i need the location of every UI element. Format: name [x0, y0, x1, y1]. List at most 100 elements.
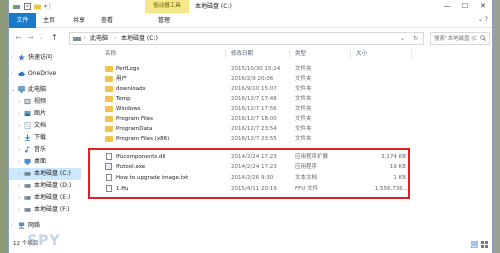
expand-chevron-icon[interactable]: ›: [18, 144, 20, 156]
back-button[interactable]: ←: [15, 33, 22, 42]
tab-file[interactable]: 文件: [9, 13, 36, 28]
documents-icon: [24, 122, 31, 129]
search-icon[interactable]: [480, 35, 486, 41]
column-header-date[interactable]: 修改日期: [231, 48, 253, 60]
nav-item-onedrive[interactable]: › OneDrive: [9, 68, 81, 80]
nav-item-local-disk-c[interactable]: › 本地磁盘 (C:): [9, 168, 81, 180]
tab-share[interactable]: 共享: [70, 13, 88, 28]
column-header-size[interactable]: 大小: [356, 48, 367, 60]
file-type: 文件夹: [295, 106, 312, 112]
close-button[interactable]: ✕: [474, 0, 492, 13]
exe-file-icon: [105, 163, 112, 170]
table-row[interactable]: ProgramData 2016/12/7 23:54 文件夹: [89, 124, 419, 134]
drive-icon: [24, 172, 31, 176]
properties-icon[interactable]: [24, 3, 31, 10]
expand-chevron-icon[interactable]: ›: [18, 204, 20, 216]
ribbon-tabs: 文件 主页 共享 查看 管理 ⌄ ?: [9, 13, 492, 28]
nav-item-this-pc[interactable]: ⌄ 此电脑: [9, 84, 81, 96]
tab-home[interactable]: 主页: [40, 13, 58, 28]
file-type: 文件夹: [295, 86, 312, 92]
expand-chevron-icon[interactable]: ›: [18, 132, 20, 144]
table-row[interactable]: Program Files (x86) 2016/12/7 23:55 文件夹: [89, 134, 419, 144]
tab-view[interactable]: 查看: [98, 13, 116, 28]
expand-chevron-icon[interactable]: ›: [18, 180, 20, 192]
file-date: 2014/2/26 9:30: [231, 175, 274, 181]
nav-item-music[interactable]: › 音乐: [9, 144, 81, 156]
up-button[interactable]: ↑: [51, 33, 58, 42]
nav-item-quick-access[interactable]: › 快速访问: [9, 52, 81, 64]
file-name: Temp: [116, 96, 131, 102]
table-row[interactable]: downloads 2016/9/10 15:07 文件夹: [89, 84, 419, 94]
search-input[interactable]: [431, 33, 477, 44]
nav-item-label: 音乐: [34, 146, 47, 153]
tab-manage[interactable]: 管理: [155, 13, 173, 28]
title-bar: ▾ | 驱动器工具 本地磁盘 (C:) — ☐ ✕: [9, 0, 492, 13]
file-date: 2015/10/30 15:24: [231, 66, 281, 72]
pictures-icon: [24, 110, 31, 117]
file-name: ffucomponents.dll: [116, 154, 166, 160]
expand-chevron-icon[interactable]: ›: [11, 220, 13, 232]
nav-item-pictures[interactable]: › 图片: [9, 108, 81, 120]
search-box[interactable]: [430, 32, 490, 45]
column-divider[interactable]: [411, 50, 412, 58]
expand-chevron-icon[interactable]: ›: [11, 52, 13, 64]
collapse-chevron-icon[interactable]: ⌄: [11, 84, 15, 96]
nav-item-network[interactable]: › 网络: [9, 220, 81, 232]
nav-item-label: 下载: [34, 134, 47, 141]
file-name: 用户: [116, 76, 128, 82]
desktop-icon: [24, 158, 31, 165]
table-row[interactable]: Windows 2016/12/7 17:56 文件夹: [89, 104, 419, 114]
details-view-icon[interactable]: [471, 241, 478, 248]
column-divider[interactable]: [289, 50, 290, 58]
address-bar[interactable]: › 此电脑 › 本地磁盘 (C:) ⌄ ↻: [69, 32, 424, 45]
expand-chevron-icon[interactable]: ›: [18, 192, 20, 204]
expand-chevron-icon[interactable]: ›: [18, 168, 20, 180]
nav-item-local-disk-e[interactable]: › 本地磁盘 (E:): [9, 192, 81, 204]
text-file-icon: [106, 174, 112, 181]
expand-chevron-icon[interactable]: ›: [18, 156, 20, 168]
expand-chevron-icon[interactable]: ›: [18, 108, 20, 120]
nav-item-documents[interactable]: › 文档: [9, 120, 81, 132]
folder-icon: [105, 116, 113, 122]
maximize-button[interactable]: ☐: [456, 0, 474, 13]
forward-button[interactable]: →: [27, 33, 34, 42]
drive-icon: [73, 37, 81, 41]
quick-access-toolbar-dropdown[interactable]: ▾ |: [44, 0, 51, 13]
file-name: PerfLogs: [116, 66, 140, 72]
file-size: 19 KB: [389, 164, 406, 170]
breadcrumb-this-pc[interactable]: 此电脑: [90, 33, 108, 44]
file-date: 2016/2/9 20:06: [231, 76, 274, 82]
table-row[interactable]: ffutool.exe 2014/2/24 17:23 应用程序 19 KB: [89, 162, 419, 172]
nav-item-downloads[interactable]: › 下载: [9, 132, 81, 144]
expand-chevron-icon[interactable]: ›: [11, 68, 13, 80]
nav-item-local-disk-d[interactable]: › 本地磁盘 (D:): [9, 180, 81, 192]
nav-item-local-disk-f[interactable]: › 本地磁盘 (F:): [9, 204, 81, 216]
table-row[interactable]: Program Files 2016/12/7 18:00 文件夹: [89, 114, 419, 124]
dll-file-icon: [106, 153, 112, 160]
drive-tools-context-tab[interactable]: 驱动器工具: [145, 0, 189, 13]
expand-chevron-icon[interactable]: ›: [18, 96, 20, 108]
minimize-button[interactable]: —: [438, 0, 456, 13]
nav-item-videos[interactable]: › 视频: [9, 96, 81, 108]
breadcrumb-local-disk-c[interactable]: 本地磁盘 (C:): [121, 33, 158, 44]
nav-item-desktop[interactable]: › 桌面: [9, 156, 81, 168]
nav-item-label: 本地磁盘 (D:): [34, 182, 72, 189]
column-header-name[interactable]: 名称: [105, 48, 116, 60]
column-divider[interactable]: [225, 50, 226, 58]
nav-item-label: 视频: [34, 98, 47, 105]
table-row[interactable]: Temp 2016/12/7 17:48 文件夹: [89, 94, 419, 104]
refresh-button[interactable]: ↻: [413, 33, 418, 44]
ribbon-expand-help[interactable]: ⌄ ?: [478, 16, 488, 23]
table-row[interactable]: How to upgrade image.txt 2014/2/26 9:30 …: [89, 173, 419, 183]
table-row[interactable]: PerfLogs 2015/10/30 15:24 文件夹: [89, 64, 419, 74]
new-folder-icon[interactable]: [34, 3, 41, 10]
table-row[interactable]: 1.ffu 2015/4/11 20:19 FFU 文件 1,556,736..…: [89, 184, 419, 194]
column-header-type[interactable]: 类型: [295, 48, 306, 60]
table-row[interactable]: ffucomponents.dll 2014/2/24 17:23 应用程序扩展…: [89, 152, 419, 162]
large-icons-view-icon[interactable]: [481, 241, 488, 248]
address-dropdown[interactable]: ⌄: [400, 33, 405, 44]
table-row[interactable]: 用户 2016/2/9 20:06 文件夹: [89, 74, 419, 84]
expand-chevron-icon[interactable]: ›: [18, 120, 20, 132]
recent-locations-dropdown[interactable]: ⌄: [39, 35, 43, 41]
column-divider[interactable]: [350, 50, 351, 58]
